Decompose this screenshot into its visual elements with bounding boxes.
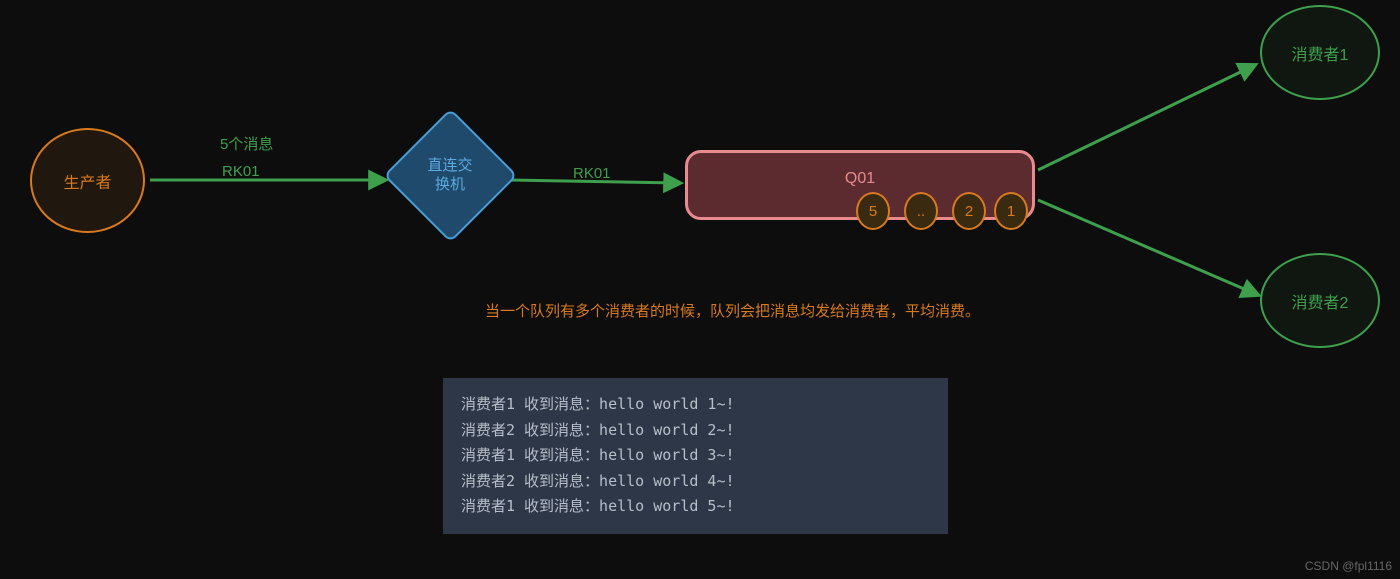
consumer2-label: 消费者2 — [1292, 289, 1349, 313]
message-count-label: 5个消息 — [220, 133, 273, 154]
arrow-queue-consumer1 — [1038, 65, 1255, 170]
console-line: 消费者2 收到消息：hello world 2~! — [461, 418, 930, 444]
producer-node: 生产者 — [29, 127, 146, 234]
message-bubble: .. — [904, 192, 938, 230]
consumer1-node: 消费者1 — [1260, 5, 1380, 100]
consumer2-node: 消费者2 — [1260, 253, 1380, 348]
arrow-queue-consumer2 — [1038, 200, 1258, 295]
exchange-node: 直连交 换机 — [390, 115, 510, 235]
console-line: 消费者1 收到消息：hello world 3~! — [461, 443, 930, 469]
console-line: 消费者2 收到消息：hello world 4~! — [461, 469, 930, 495]
console-line: 消费者1 收到消息：hello world 1~! — [461, 392, 930, 418]
consumer1-label: 消费者1 — [1292, 41, 1349, 65]
message-bubble: 5 — [856, 192, 890, 230]
explanation-note: 当一个队列有多个消费者的时候，队列会把消息均发给消费者，平均消费。 — [485, 300, 980, 321]
message-bubble: 2 — [952, 192, 986, 230]
exchange-label: 直连交 换机 — [427, 156, 472, 195]
routing-key-label-1: RK01 — [222, 163, 260, 180]
producer-label: 生产者 — [63, 168, 111, 193]
console-line: 消费者1 收到消息：hello world 5~! — [461, 494, 930, 520]
console-output: 消费者1 收到消息：hello world 1~! 消费者2 收到消息：hell… — [443, 378, 948, 534]
queue-label: Q01 — [845, 170, 875, 188]
watermark: CSDN @fpl1116 — [1305, 559, 1392, 573]
routing-key-label-2: RK01 — [573, 165, 611, 182]
message-bubble: 1 — [994, 192, 1028, 230]
